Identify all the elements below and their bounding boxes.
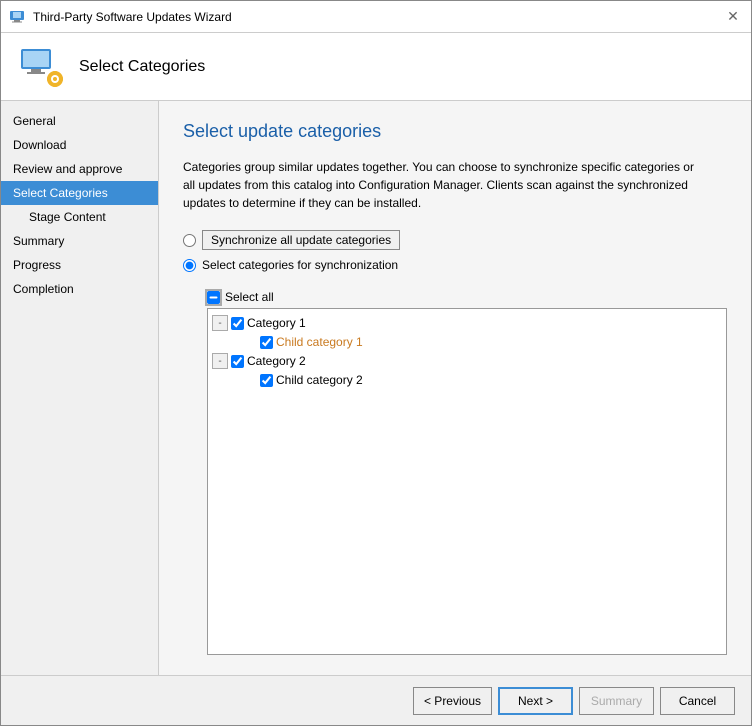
tree-box[interactable]: - Category 1 Child category 1 - Category… (207, 308, 727, 655)
tree-row-child2: Child category 2 (208, 371, 726, 389)
main-content: Select update categories Categories grou… (159, 101, 751, 675)
expand-cat2[interactable]: - (212, 353, 228, 369)
label-child1: Child category 1 (276, 335, 363, 349)
select-all-row: Select all (207, 290, 727, 304)
radio-specific-label: Select categories for synchronization (202, 258, 398, 272)
main-title: Select update categories (183, 121, 727, 142)
select-all-label: Select all (225, 290, 274, 304)
radio-all[interactable] (183, 234, 196, 247)
sidebar-item-select-categories[interactable]: Select Categories (1, 181, 158, 205)
checkbox-child1[interactable] (260, 336, 273, 349)
sidebar-item-download[interactable]: Download (1, 133, 158, 157)
wizard-window: Third-Party Software Updates Wizard ✕ Se… (0, 0, 752, 726)
checkbox-child2[interactable] (260, 374, 273, 387)
cancel-button[interactable]: Cancel (660, 687, 735, 715)
radio-row-all: Synchronize all update categories (183, 230, 727, 250)
sync-all-button[interactable]: Synchronize all update categories (202, 230, 400, 250)
wizard-header: Select Categories (1, 33, 751, 101)
radio-specific[interactable] (183, 259, 196, 272)
sidebar-item-review[interactable]: Review and approve (1, 157, 158, 181)
expand-cat1[interactable]: - (212, 315, 228, 331)
description-text: Categories group similar updates togethe… (183, 158, 703, 212)
checkbox-cat1[interactable] (231, 317, 244, 330)
tree-row-child1: Child category 1 (208, 333, 726, 351)
sidebar-item-progress[interactable]: Progress (1, 253, 158, 277)
sidebar-item-general[interactable]: General (1, 109, 158, 133)
window-title: Third-Party Software Updates Wizard (33, 10, 232, 24)
label-child2: Child category 2 (276, 373, 363, 387)
header-icon (17, 43, 65, 91)
title-bar: Third-Party Software Updates Wizard ✕ (1, 1, 751, 33)
window-icon (9, 9, 25, 25)
previous-button[interactable]: < Previous (413, 687, 492, 715)
sidebar: General Download Review and approve Sele… (1, 101, 159, 675)
header-title: Select Categories (79, 58, 205, 76)
select-all-checkbox[interactable] (207, 291, 220, 304)
radio-row-specific: Select categories for synchronization (183, 258, 727, 272)
label-cat1: Category 1 (247, 316, 306, 330)
summary-button[interactable]: Summary (579, 687, 654, 715)
next-button[interactable]: Next > (498, 687, 573, 715)
tree-row-cat1: - Category 1 (208, 313, 726, 333)
sidebar-item-summary[interactable]: Summary (1, 229, 158, 253)
tree-section: Select all - Category 1 Child category 1 (183, 290, 727, 655)
sidebar-item-completion[interactable]: Completion (1, 277, 158, 301)
radio-group: Synchronize all update categories Select… (183, 230, 727, 280)
tree-row-cat2: - Category 2 (208, 351, 726, 371)
title-bar-left: Third-Party Software Updates Wizard (9, 9, 232, 25)
footer: < Previous Next > Summary Cancel (1, 675, 751, 725)
label-cat2: Category 2 (247, 354, 306, 368)
wizard-content: General Download Review and approve Sele… (1, 101, 751, 675)
sidebar-item-stage-content[interactable]: Stage Content (1, 205, 158, 229)
close-button[interactable]: ✕ (723, 7, 743, 27)
checkbox-cat2[interactable] (231, 355, 244, 368)
